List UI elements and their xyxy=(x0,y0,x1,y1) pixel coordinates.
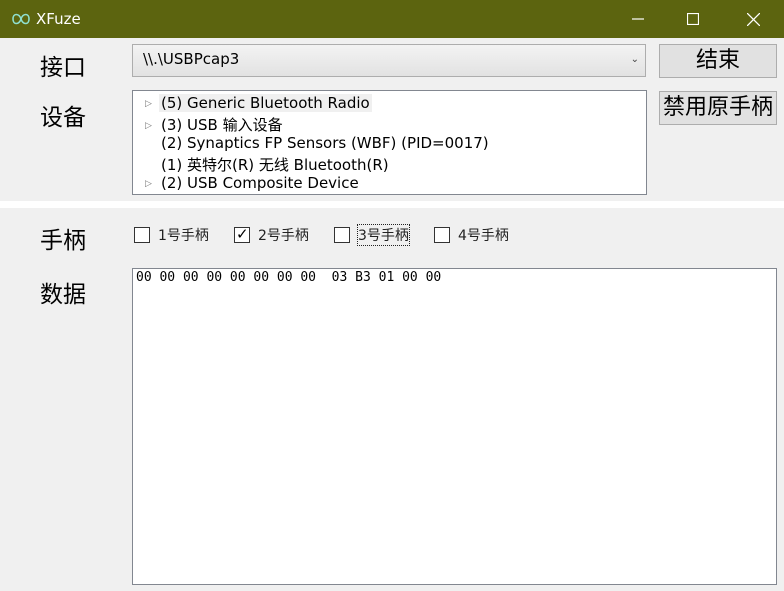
controller-2-checkbox[interactable]: ✓ 2号手柄 xyxy=(234,225,309,245)
window-title: XFuze xyxy=(36,10,81,28)
controller-label: 手柄 xyxy=(40,228,86,254)
controller-1-checkbox[interactable]: 1号手柄 xyxy=(134,225,209,245)
tree-item[interactable]: ▷ (5) Generic Bluetooth Radio xyxy=(145,94,372,114)
disable-original-controller-button[interactable]: 禁用原手柄 xyxy=(659,91,777,125)
app-logo-icon xyxy=(12,13,30,25)
controller-4-checkbox[interactable]: 4号手柄 xyxy=(434,225,509,245)
device-label: 设备 xyxy=(40,105,86,131)
maximize-button[interactable] xyxy=(670,0,716,38)
tree-item[interactable]: (2) Synaptics FP Sensors (WBF) (PID=0017… xyxy=(145,134,491,154)
separator xyxy=(0,201,784,208)
minimize-icon xyxy=(632,18,644,20)
controller-3-checkbox[interactable]: 3号手柄 xyxy=(334,224,410,246)
minimize-button[interactable] xyxy=(615,0,661,38)
data-label: 数据 xyxy=(40,282,86,308)
checkmark-icon: ✓ xyxy=(236,225,249,243)
expand-arrow-icon[interactable]: ▷ xyxy=(145,121,159,131)
data-output-box[interactable]: 00 00 00 00 00 00 00 00 03 B3 01 00 00 xyxy=(132,268,777,585)
maximize-icon xyxy=(687,13,699,25)
stop-button[interactable]: 结束 xyxy=(659,44,777,78)
interface-select-value: \\.\USBPcap3 xyxy=(143,50,240,68)
tree-item[interactable]: (1) 英特尔(R) 无线 Bluetooth(R) xyxy=(145,154,391,174)
close-button[interactable] xyxy=(730,0,776,38)
title-bar: XFuze xyxy=(0,0,784,38)
tree-item[interactable]: ▷ (2) USB Composite Device xyxy=(145,174,361,194)
device-tree[interactable]: ▷ (5) Generic Bluetooth Radio ▷ (3) USB 输入… xyxy=(132,90,647,195)
expand-arrow-icon[interactable]: ▷ xyxy=(145,99,159,109)
tree-item[interactable]: ▷ (3) USB 输入设备 xyxy=(145,114,285,134)
close-icon xyxy=(746,12,760,26)
expand-arrow-icon[interactable]: ▷ xyxy=(145,179,159,189)
dropdown-arrow-icon: ⌄ xyxy=(630,54,639,65)
interface-label: 接口 xyxy=(40,55,86,81)
interface-select[interactable]: \\.\USBPcap3 ⌄ xyxy=(132,44,646,77)
